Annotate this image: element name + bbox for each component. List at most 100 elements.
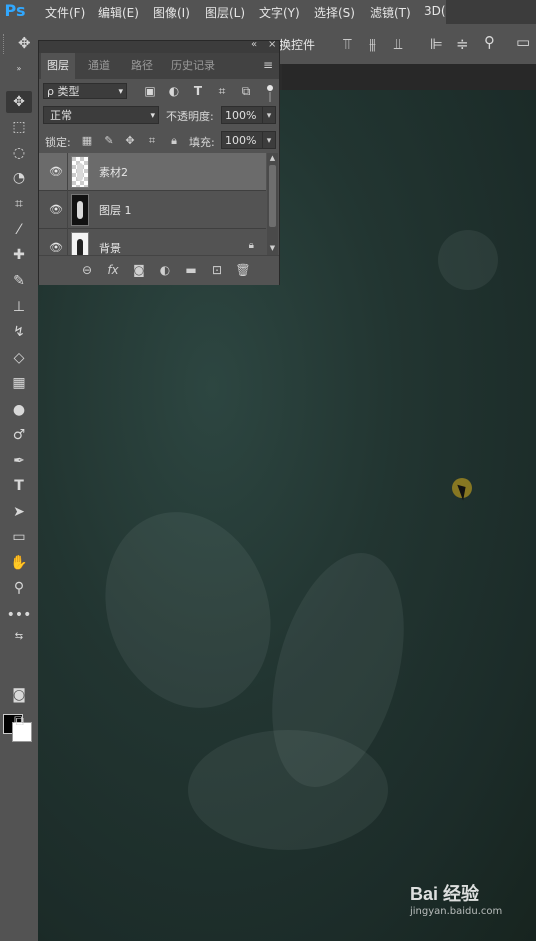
menu-layer[interactable]: 图层(L) (205, 4, 245, 21)
lock-row: 锁定: ▦ ✎ ✥ ⌗ 🔒︎ 填充: 100% ▾ (39, 127, 279, 153)
gradient-tool-icon[interactable]: ▦ (6, 372, 32, 394)
filter-toggle-track (269, 92, 271, 102)
hand-tool-icon[interactable]: ✋ (6, 552, 32, 574)
scroll-down-icon[interactable]: ▼ (267, 243, 278, 253)
crop-tool-icon[interactable]: ⌗ (6, 193, 32, 215)
quick-select-tool-icon[interactable]: ◔ (6, 167, 32, 189)
align-bottom-icon[interactable]: ⫫ (394, 35, 402, 53)
fill-input[interactable]: 100% (221, 131, 263, 149)
workspace-icon[interactable]: ▭ (516, 33, 530, 51)
lock-pixels-icon[interactable]: ✎ (103, 134, 115, 147)
marquee-tool-icon[interactable]: ⬚ (6, 116, 32, 138)
delete-layer-icon[interactable]: 🗑︎ (235, 263, 251, 277)
collapse-toolbar-icon[interactable]: » (6, 64, 32, 74)
visibility-eye-icon[interactable]: 👁︎ (49, 242, 63, 254)
menu-select[interactable]: 选择(S) (314, 4, 355, 21)
filter-shape-icon[interactable]: ⌗ (215, 84, 229, 99)
layers-panel: « × 图层 通道 路径 历史记录 ≡ ρ 类型 ▾ ▣ ◐ T ⌗ ⧉ 正常 ▾ … (38, 39, 280, 285)
filter-toggle-icon[interactable] (267, 85, 273, 91)
menu-type[interactable]: 文字(Y) (259, 4, 300, 21)
layer-row[interactable]: 👁︎ 素材2 (39, 153, 266, 191)
filter-type-icon[interactable]: T (191, 84, 205, 98)
eraser-tool-icon[interactable]: ◇ (6, 347, 32, 369)
menu-image[interactable]: 图像(I) (153, 4, 190, 21)
fill-dropdown-icon[interactable]: ▾ (262, 131, 276, 149)
dodge-tool-icon[interactable]: ♂ (6, 424, 32, 446)
new-layer-icon[interactable]: ⊡ (209, 263, 225, 277)
new-group-icon[interactable]: ▬ (183, 263, 199, 277)
opacity-dropdown-icon[interactable]: ▾ (262, 106, 276, 124)
scroll-thumb[interactable] (269, 165, 276, 227)
brush-tool-icon[interactable]: ✎ (6, 270, 32, 292)
watermark-brand: Bai 经验 (410, 884, 480, 904)
collapse-panel-icon[interactable]: « (251, 39, 257, 50)
lock-transparent-icon[interactable]: ▦ (81, 134, 93, 147)
more-tools-icon[interactable]: ••• (6, 604, 32, 626)
healing-brush-tool-icon[interactable]: ✚ (6, 244, 32, 266)
layer-row[interactable]: 👁︎ 图层 1 (39, 191, 266, 229)
lasso-tool-icon[interactable]: ◌ (6, 142, 32, 164)
filter-pixel-icon[interactable]: ▣ (143, 84, 157, 98)
screen-mode-icon[interactable]: ⧉ (6, 710, 32, 732)
filter-adjustment-icon[interactable]: ◐ (167, 84, 181, 98)
menu-bar-overlay (446, 0, 536, 24)
chalk-smudge (438, 230, 498, 290)
path-select-tool-icon[interactable]: ➤ (6, 501, 32, 523)
lock-all-icon[interactable]: 🔒︎ (168, 134, 180, 148)
align-left-icon[interactable]: ⊫ (430, 35, 443, 53)
opacity-input[interactable]: 100% (221, 106, 263, 124)
swap-colors-icon[interactable]: ⇆ (6, 626, 32, 648)
link-layers-icon[interactable]: ⊖ (79, 263, 95, 277)
tab-history[interactable]: 历史记录 (165, 53, 221, 79)
lock-artboard-icon[interactable]: ⌗ (146, 134, 158, 148)
fx-icon[interactable]: fx (105, 263, 121, 277)
align-top-icon[interactable]: ⫪ (343, 35, 351, 53)
transform-controls-label[interactable]: 换控件 (279, 36, 315, 53)
layer-name[interactable]: 图层 1 (99, 202, 132, 218)
add-mask-icon[interactable]: ◙ (131, 263, 147, 277)
eye-separator (67, 153, 68, 191)
history-brush-tool-icon[interactable]: ↯ (6, 321, 32, 343)
watermark-url: jingyan.baidu.com (410, 906, 503, 917)
blur-tool-icon[interactable]: ● (6, 399, 32, 421)
clone-stamp-tool-icon[interactable]: ⊥ (6, 296, 32, 318)
visibility-eye-icon[interactable]: 👁︎ (49, 166, 63, 178)
layer-name[interactable]: 素材2 (99, 164, 128, 180)
move-tool-icon[interactable]: ✥ (6, 91, 32, 113)
align-hcenter-icon[interactable]: ≑ (456, 35, 469, 53)
chevron-down-icon: ▾ (118, 87, 123, 97)
menu-filter[interactable]: 滤镜(T) (370, 4, 411, 21)
filter-smart-object-icon[interactable]: ⧉ (239, 84, 253, 99)
adjustment-layer-icon[interactable]: ◐ (157, 263, 173, 277)
visibility-eye-icon[interactable]: 👁︎ (49, 204, 63, 216)
filter-kind-select[interactable]: ρ 类型 ▾ (43, 83, 127, 99)
type-tool-icon[interactable]: T (6, 475, 32, 497)
pen-tool-icon[interactable]: ✒ (6, 450, 32, 472)
layer-row[interactable]: 👁︎ 背景 🔒︎ (39, 229, 266, 255)
menu-file[interactable]: 文件(F) (45, 4, 85, 21)
align-vcenter-icon[interactable]: ⫵ (369, 35, 376, 53)
zoom-tool-icon[interactable]: ⚲ (6, 577, 32, 599)
options-gripper[interactable] (3, 34, 6, 54)
photoshop-logo[interactable]: Ps (2, 1, 28, 21)
filter-kind-label: ρ 类型 (47, 85, 80, 98)
eyedropper-tool-icon[interactable]: ⁄ (6, 219, 32, 241)
panel-menu-icon[interactable]: ≡ (263, 58, 273, 72)
layers-list: 👁︎ 素材2 👁︎ 图层 1 👁︎ 背景 🔒︎ (39, 153, 266, 255)
menu-edit[interactable]: 编辑(E) (98, 4, 139, 21)
layer-name[interactable]: 背景 (99, 240, 121, 255)
scroll-up-icon[interactable]: ▲ (267, 153, 278, 163)
layers-scrollbar[interactable]: ▲ ▼ (267, 153, 278, 255)
blend-mode-select[interactable]: 正常 ▾ (43, 106, 159, 124)
panel-tabs: 图层 通道 路径 历史记录 ≡ (39, 53, 279, 79)
panel-titlebar[interactable]: « × (39, 39, 279, 53)
tab-paths[interactable]: 路径 (125, 53, 159, 79)
rectangle-tool-icon[interactable]: ▭ (6, 526, 32, 548)
close-panel-icon[interactable]: × (268, 39, 276, 50)
tab-channels[interactable]: 通道 (82, 53, 116, 79)
quick-mask-icon[interactable]: ◙ (6, 684, 32, 706)
search-icon[interactable]: ⚲ (484, 33, 495, 51)
lock-position-icon[interactable]: ✥ (124, 134, 136, 147)
lock-label: 锁定: (45, 136, 71, 149)
tab-layers[interactable]: 图层 (41, 53, 75, 79)
